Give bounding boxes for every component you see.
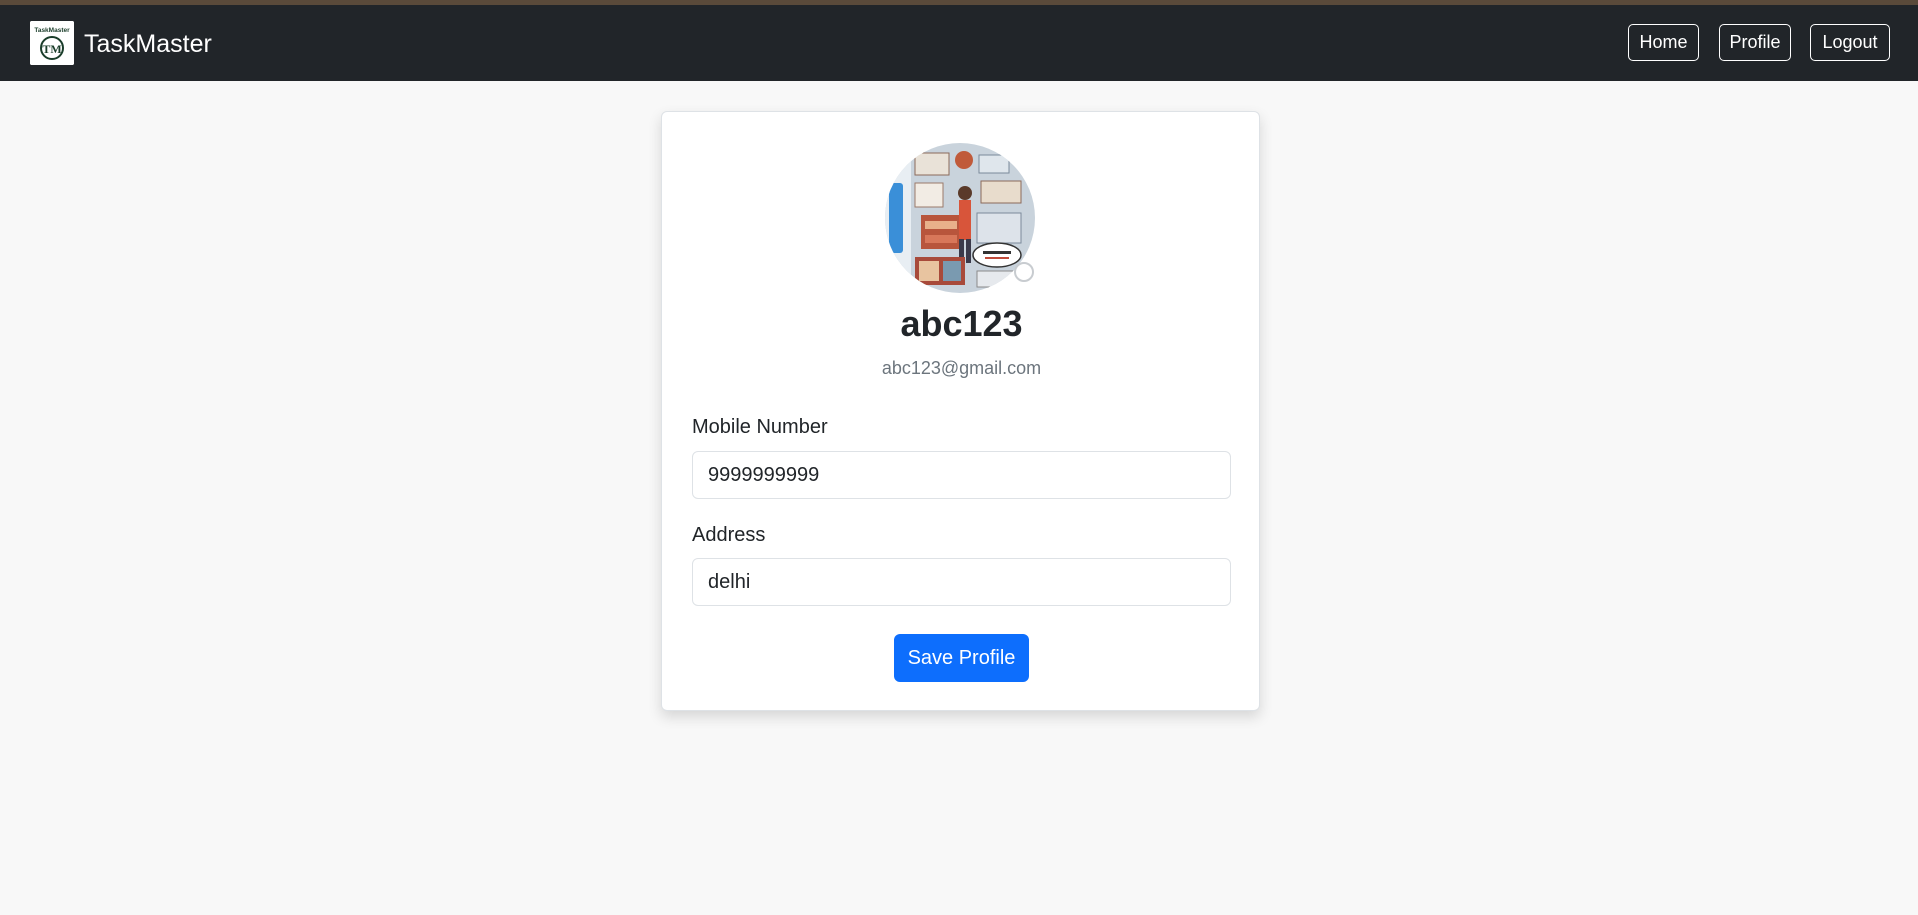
mobile-number-label: Mobile Number (692, 416, 828, 438)
profile-username: abc123 (900, 303, 1023, 344)
profile-card: abc123 abc123@gmail.com Mobile Number Ad… (661, 111, 1260, 711)
avatar[interactable] (885, 143, 1035, 293)
save-profile-button[interactable]: Save Profile (894, 634, 1029, 682)
app-logo[interactable]: TaskMaster TM (30, 21, 74, 65)
logo-text: TaskMaster (34, 27, 70, 34)
mobile-number-input[interactable] (692, 451, 1231, 499)
avatar-container (885, 143, 1035, 293)
navbar: TaskMaster TM TaskMaster Home Profile Lo… (0, 5, 1918, 81)
profile-email: abc123@gmail.com (881, 358, 1042, 378)
nav-home-button[interactable]: Home (1628, 24, 1699, 61)
address-input[interactable] (692, 558, 1231, 606)
nav-logout-button[interactable]: Logout (1810, 24, 1890, 61)
nav-profile-button[interactable]: Profile (1719, 24, 1791, 61)
profile-photo-icon (885, 143, 1035, 293)
status-indicator-icon (1014, 262, 1034, 282)
taskmaster-logo-icon: TaskMaster TM (30, 21, 74, 65)
address-label: Address (692, 524, 766, 546)
app-name[interactable]: TaskMaster (84, 29, 212, 59)
logo-mark: TM (42, 42, 61, 56)
